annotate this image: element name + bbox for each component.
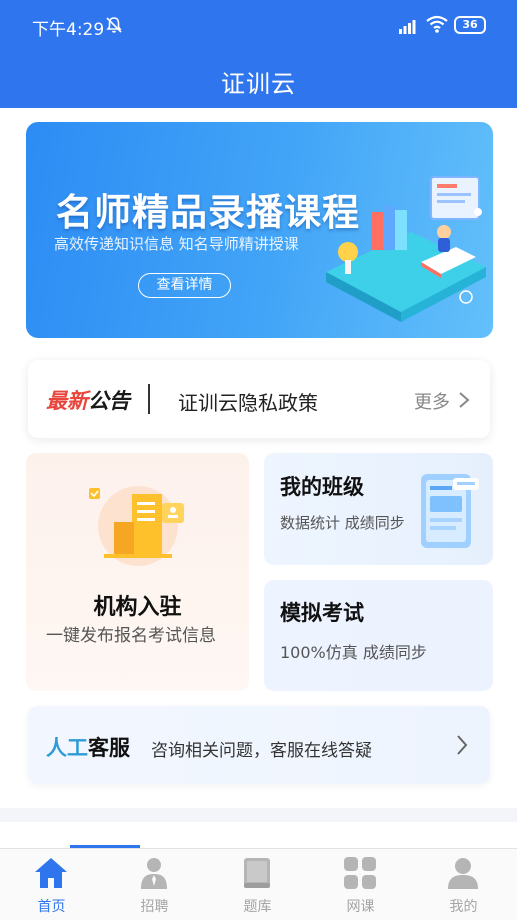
tab-online-course[interactable]: 网课 <box>309 849 412 920</box>
tab-label: 招聘 <box>140 899 169 915</box>
view-details-button[interactable]: 查看详情 <box>138 273 231 298</box>
tab-question-bank[interactable]: 题库 <box>206 849 309 920</box>
my-class-title: 我的班级 <box>280 475 364 499</box>
mute-icon <box>106 17 122 33</box>
section-gap <box>0 808 517 822</box>
person-icon <box>141 858 167 889</box>
banner-subtitle: 高效传递知识信息 知名导师精讲授课 <box>54 235 299 253</box>
page-title: 证训云 <box>221 70 296 98</box>
customer-service-title: 人工客服 <box>46 732 130 762</box>
chevron-right-icon[interactable] <box>456 734 468 756</box>
status-time: 下午4:29 <box>32 20 105 40</box>
mock-exam-title: 模拟考试 <box>280 601 364 625</box>
study-illustration-icon <box>326 176 486 322</box>
user-icon <box>448 858 478 889</box>
status-bar: 下午4:29 36 <box>0 0 517 52</box>
grid-icon <box>344 857 376 889</box>
institution-join-desc: 一键发布报名考试信息 <box>46 626 216 646</box>
signal-icon <box>399 20 416 34</box>
tab-home[interactable]: 首页 <box>0 849 103 920</box>
tab-label: 题库 <box>243 899 272 915</box>
chevron-right-icon[interactable] <box>458 391 470 409</box>
announcement-label-rest: 公告 <box>88 389 130 413</box>
divider <box>148 384 150 414</box>
wifi-icon <box>426 15 448 33</box>
tab-label: 网课 <box>346 899 375 915</box>
book-icon <box>244 858 270 888</box>
battery-icon: 36 <box>454 16 486 34</box>
class-board-icon <box>421 474 479 548</box>
nav-bar: 证训云 <box>0 52 517 108</box>
building-icon <box>89 486 184 566</box>
more-link[interactable]: 更多 <box>414 388 450 414</box>
tab-mine[interactable]: 我的 <box>412 849 515 920</box>
my-class-desc: 数据统计 成绩同步 <box>280 514 405 532</box>
institution-join-title: 机构入驻 <box>93 595 182 620</box>
announcement-label: 最新公告 <box>46 385 130 415</box>
announcement-label-highlight: 最新 <box>46 389 88 413</box>
tab-label: 首页 <box>37 899 66 915</box>
customer-service-desc: 咨询相关问题，客服在线答疑 <box>151 741 372 761</box>
announcement-text[interactable]: 证训云隐私政策 <box>178 387 318 416</box>
mock-exam-desc: 100%仿真 成绩同步 <box>280 643 427 662</box>
customer-service-title-highlight: 人工 <box>46 736 88 760</box>
promo-banner[interactable]: 名师精品录播课程 高效传递知识信息 知名导师精讲授课 查看详情 <box>26 122 493 338</box>
announcement-bar[interactable]: 最新公告 证训云隐私政策 更多 <box>28 360 490 438</box>
tab-label: 我的 <box>449 899 478 915</box>
tab-recruitment[interactable]: 招聘 <box>103 849 206 920</box>
home-icon <box>35 858 67 888</box>
bottom-tab-bar: 首页 招聘 题库 网课 我的 <box>0 848 517 920</box>
banner-title: 名师精品录播课程 <box>56 191 360 234</box>
customer-service-title-rest: 客服 <box>88 736 130 760</box>
customer-service-bar[interactable]: 人工客服 咨询相关问题，客服在线答疑 <box>28 706 490 784</box>
